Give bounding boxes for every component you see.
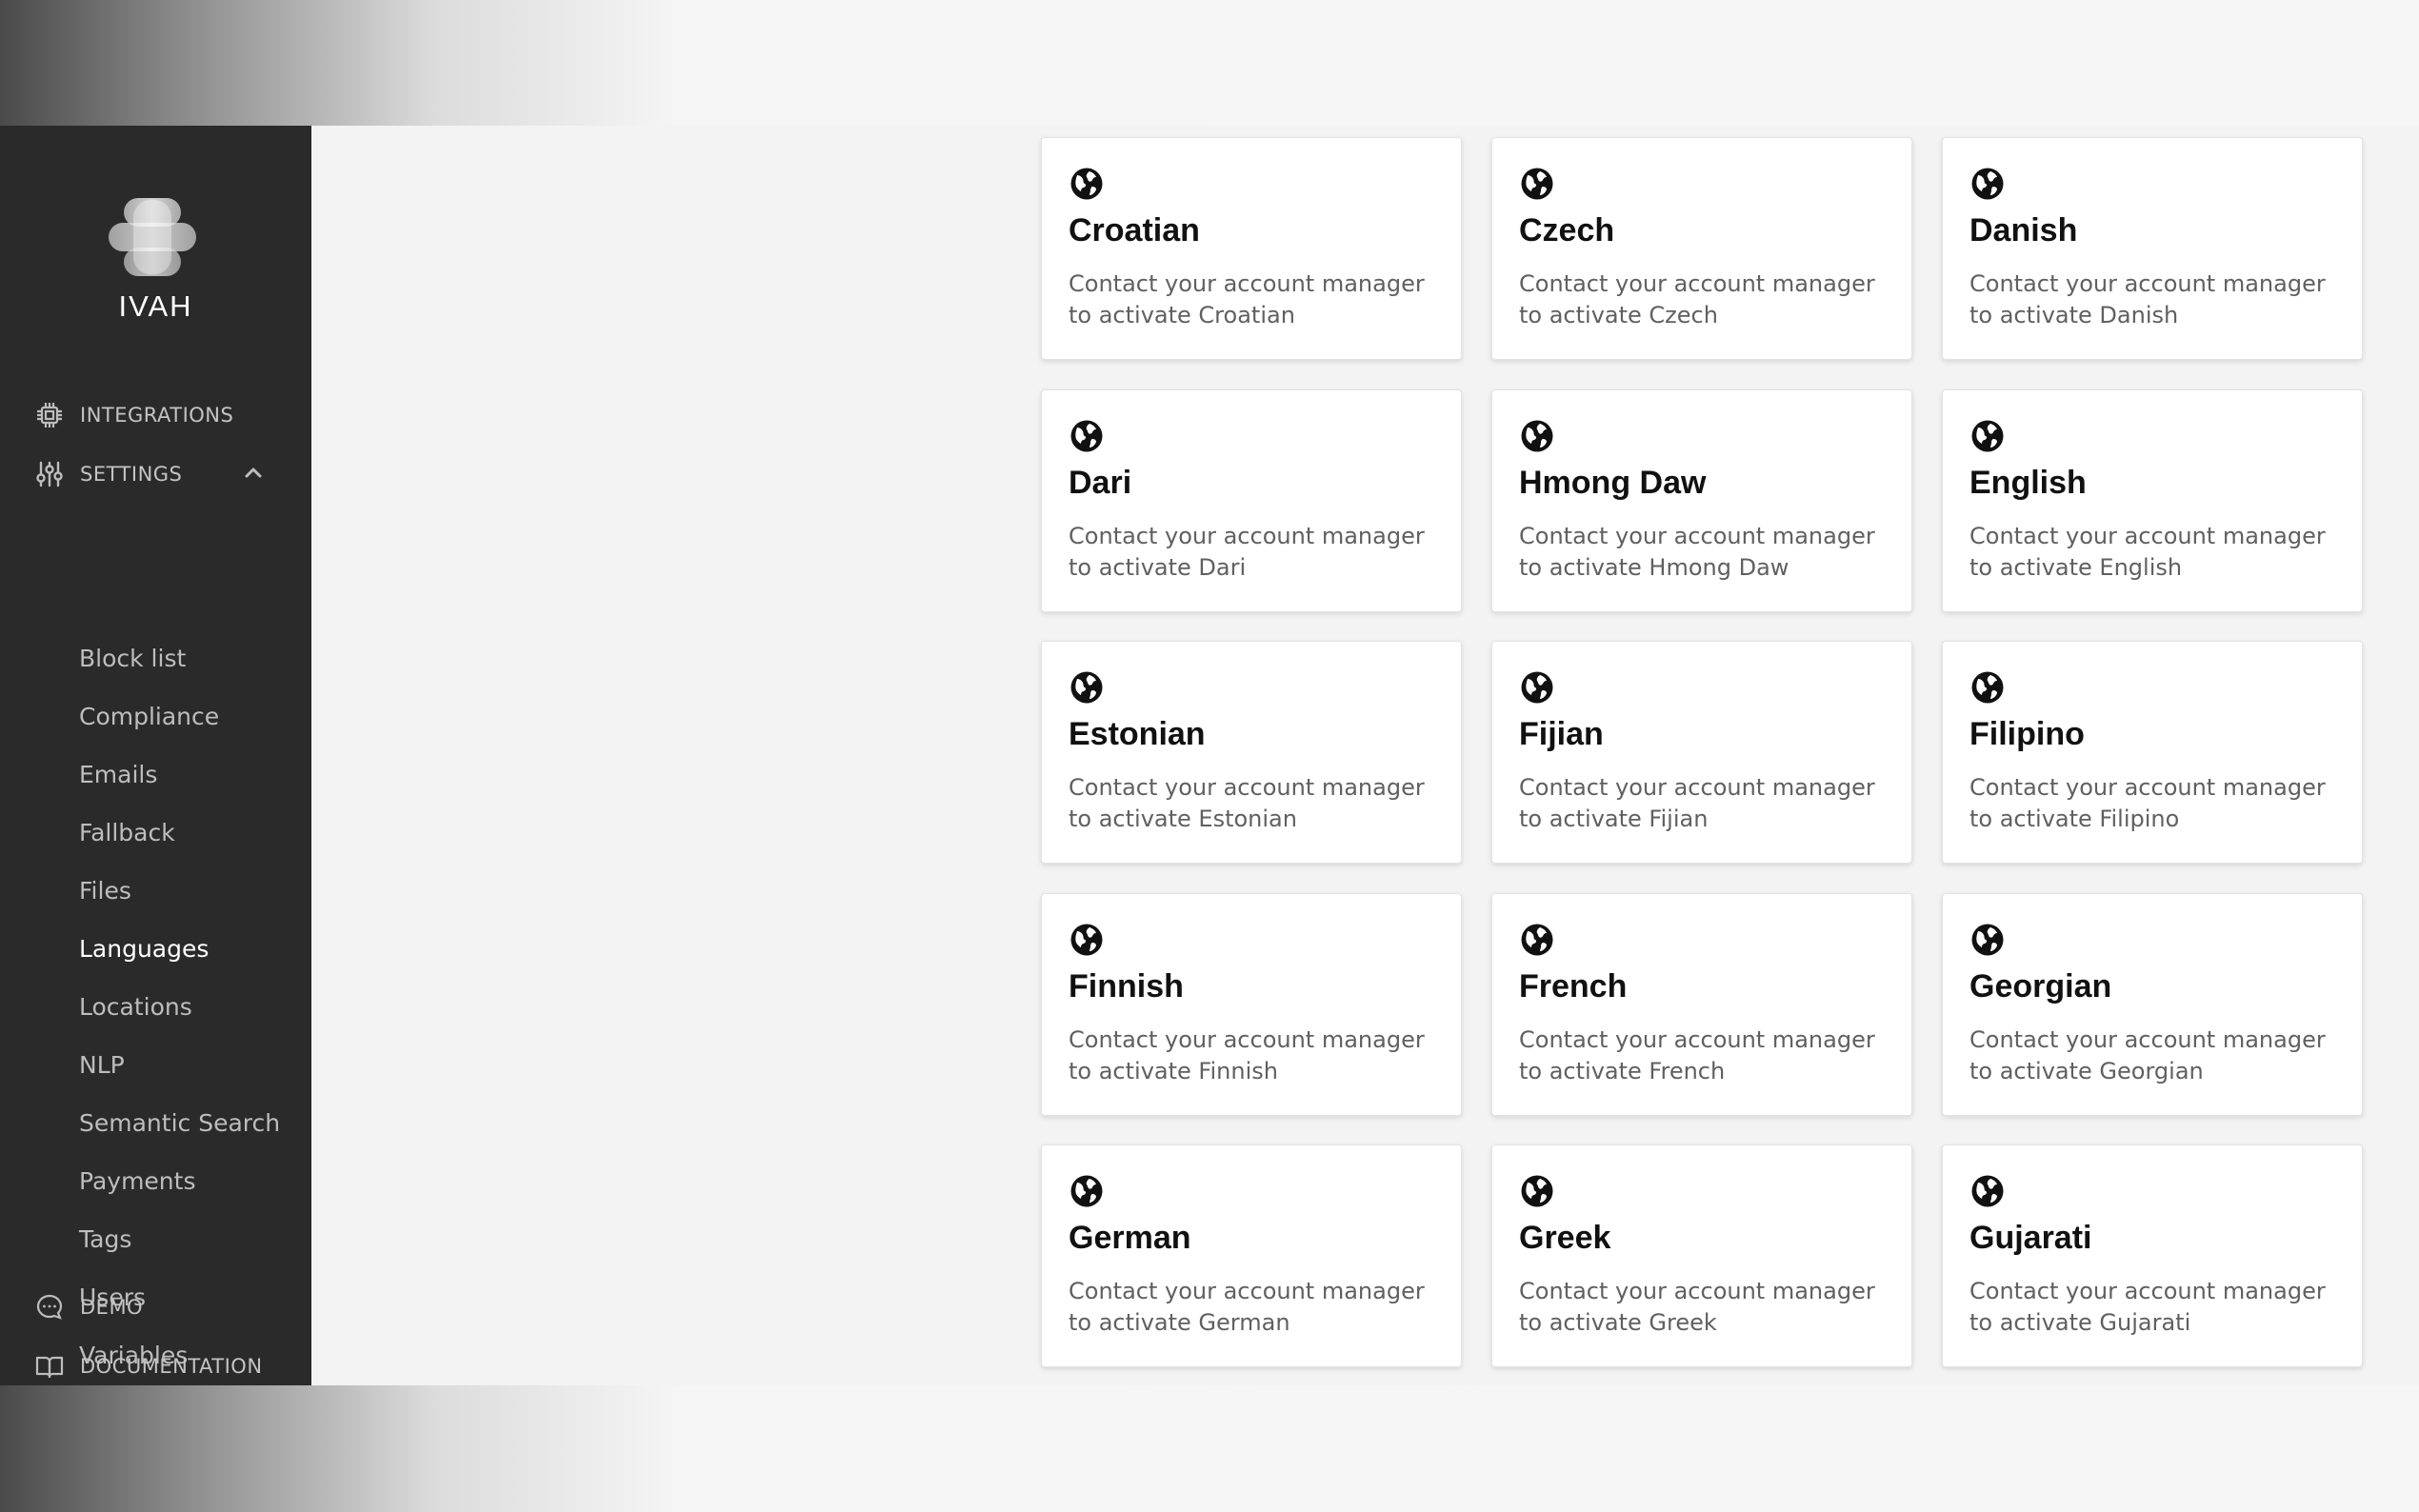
language-description: Contact your account manager to activate…: [1519, 774, 1875, 832]
sidebar-item-files[interactable]: Files: [79, 877, 131, 905]
chat-icon: [34, 1292, 65, 1323]
language-name: Filipino: [1969, 716, 2085, 752]
globe-icon: [1971, 671, 2004, 704]
language-description: Contact your account manager to activate…: [1069, 270, 1425, 328]
language-card[interactable]: Estonian Contact your account manager to …: [1041, 641, 1462, 864]
sidebar: IVAH INTEGRATIONS SETTINGS Block list Co…: [0, 126, 311, 1385]
nav-documentation[interactable]: DOCUMENTATION: [34, 1347, 263, 1385]
language-card[interactable]: Finnish Contact your account manager to a…: [1041, 892, 1462, 1116]
language-card[interactable]: English Contact your account manager to a…: [1942, 388, 2363, 612]
language-card[interactable]: Georgian Contact your account manager to …: [1942, 892, 2363, 1116]
language-description: Contact your account manager to activate…: [1069, 1278, 1425, 1336]
language-description: Contact your account manager to activate…: [1519, 1278, 1875, 1336]
language-description: Contact your account manager to activate…: [1519, 270, 1875, 328]
book-icon: [34, 1351, 65, 1382]
sliders-icon: [34, 459, 65, 489]
sidebar-item-semantic-search[interactable]: Semantic Search: [79, 1109, 280, 1137]
globe-icon: [1971, 1175, 2004, 1207]
nav-integrations[interactable]: INTEGRATIONS: [34, 396, 233, 434]
sidebar-item-tags[interactable]: Tags: [79, 1225, 131, 1253]
language-name: Fijian: [1519, 716, 1604, 752]
language-name: Estonian: [1069, 716, 1206, 752]
app-window: IVAH INTEGRATIONS SETTINGS Block list Co…: [0, 126, 2419, 1385]
language-name: Hmong Daw: [1519, 464, 1707, 501]
language-description: Contact your account manager to activate…: [1069, 774, 1425, 832]
globe-icon: [1971, 168, 2004, 200]
screenshot-background-bottom: [0, 1385, 2419, 1512]
sidebar-item-payments[interactable]: Payments: [79, 1167, 195, 1195]
language-name: Finnish: [1069, 967, 1184, 1005]
nav-demo-label: DEMO: [80, 1296, 144, 1319]
language-card[interactable]: Fijian Contact your account manager to ac…: [1491, 641, 1912, 864]
language-card[interactable]: Dari Contact your account manager to acti…: [1041, 388, 1462, 612]
language-card[interactable]: Croatian Contact your account manager to …: [1041, 137, 1462, 360]
language-card[interactable]: Czech Contact your account manager to act…: [1491, 137, 1912, 360]
language-name: Gujarati: [1969, 1220, 2092, 1256]
sidebar-item-nlp[interactable]: NLP: [79, 1051, 125, 1079]
globe-icon: [1070, 924, 1103, 955]
nav-documentation-label: DOCUMENTATION: [80, 1355, 263, 1378]
language-description: Contact your account manager to activate…: [1969, 1025, 2326, 1084]
chevron-up-icon[interactable]: [240, 460, 267, 487]
language-card[interactable]: Hmong Daw Contact your account manager to…: [1491, 388, 1912, 612]
globe-icon: [1070, 671, 1103, 704]
globe-icon: [1521, 924, 1553, 955]
sidebar-item-block-list[interactable]: Block list: [79, 645, 186, 672]
language-description: Contact your account manager to activate…: [1519, 1025, 1875, 1084]
language-description: Contact your account manager to activate…: [1519, 522, 1875, 581]
nav-demo[interactable]: DEMO: [34, 1288, 143, 1326]
globe-icon: [1971, 420, 2004, 451]
language-card[interactable]: French Contact your account manager to ac…: [1491, 892, 1912, 1116]
sidebar-item-languages[interactable]: Languages: [79, 935, 209, 963]
language-card[interactable]: German Contact your account manager to ac…: [1041, 1144, 1462, 1367]
globe-icon: [1070, 420, 1103, 451]
globe-icon: [1070, 1175, 1103, 1207]
chip-icon: [34, 400, 65, 430]
language-card[interactable]: Greek Contact your account manager to act…: [1491, 1144, 1912, 1367]
language-name: Georgian: [1969, 967, 2112, 1005]
language-name: Czech: [1519, 212, 1615, 249]
nav-settings-label: SETTINGS: [80, 463, 183, 486]
globe-icon: [1070, 168, 1103, 200]
language-description: Contact your account manager to activate…: [1969, 270, 2326, 328]
globe-icon: [1521, 168, 1553, 200]
language-description: Contact your account manager to activate…: [1969, 522, 2326, 581]
sidebar-item-emails[interactable]: Emails: [79, 761, 157, 788]
nav-settings[interactable]: SETTINGS: [34, 455, 182, 493]
globe-icon: [1971, 924, 2004, 955]
language-card[interactable]: Danish Contact your account manager to ac…: [1942, 137, 2363, 360]
language-description: Contact your account manager to activate…: [1969, 774, 2326, 832]
nav-integrations-label: INTEGRATIONS: [80, 404, 234, 427]
globe-icon: [1521, 671, 1553, 704]
language-name: French: [1519, 967, 1628, 1005]
screenshot-background-top: [0, 0, 2419, 126]
language-card[interactable]: Filipino Contact your account manager to …: [1942, 641, 2363, 864]
language-name: English: [1969, 464, 2087, 501]
language-name: Dari: [1069, 464, 1132, 501]
language-description: Contact your account manager to activate…: [1069, 522, 1425, 581]
language-name: Croatian: [1069, 212, 1200, 249]
globe-icon: [1521, 1175, 1553, 1207]
globe-icon: [1521, 420, 1553, 451]
sidebar-item-compliance[interactable]: Compliance: [79, 703, 219, 730]
language-name: German: [1069, 1220, 1191, 1256]
language-card[interactable]: Gujarati Contact your account manager to …: [1942, 1144, 2363, 1367]
brand-name: IVAH: [118, 289, 193, 323]
language-description: Contact your account manager to activate…: [1969, 1278, 2326, 1336]
language-description: Contact your account manager to activate…: [1069, 1025, 1425, 1084]
language-name: Greek: [1519, 1220, 1611, 1256]
language-name: Danish: [1969, 212, 2078, 249]
sidebar-item-locations[interactable]: Locations: [79, 993, 192, 1021]
sidebar-item-fallback[interactable]: Fallback: [79, 819, 175, 846]
